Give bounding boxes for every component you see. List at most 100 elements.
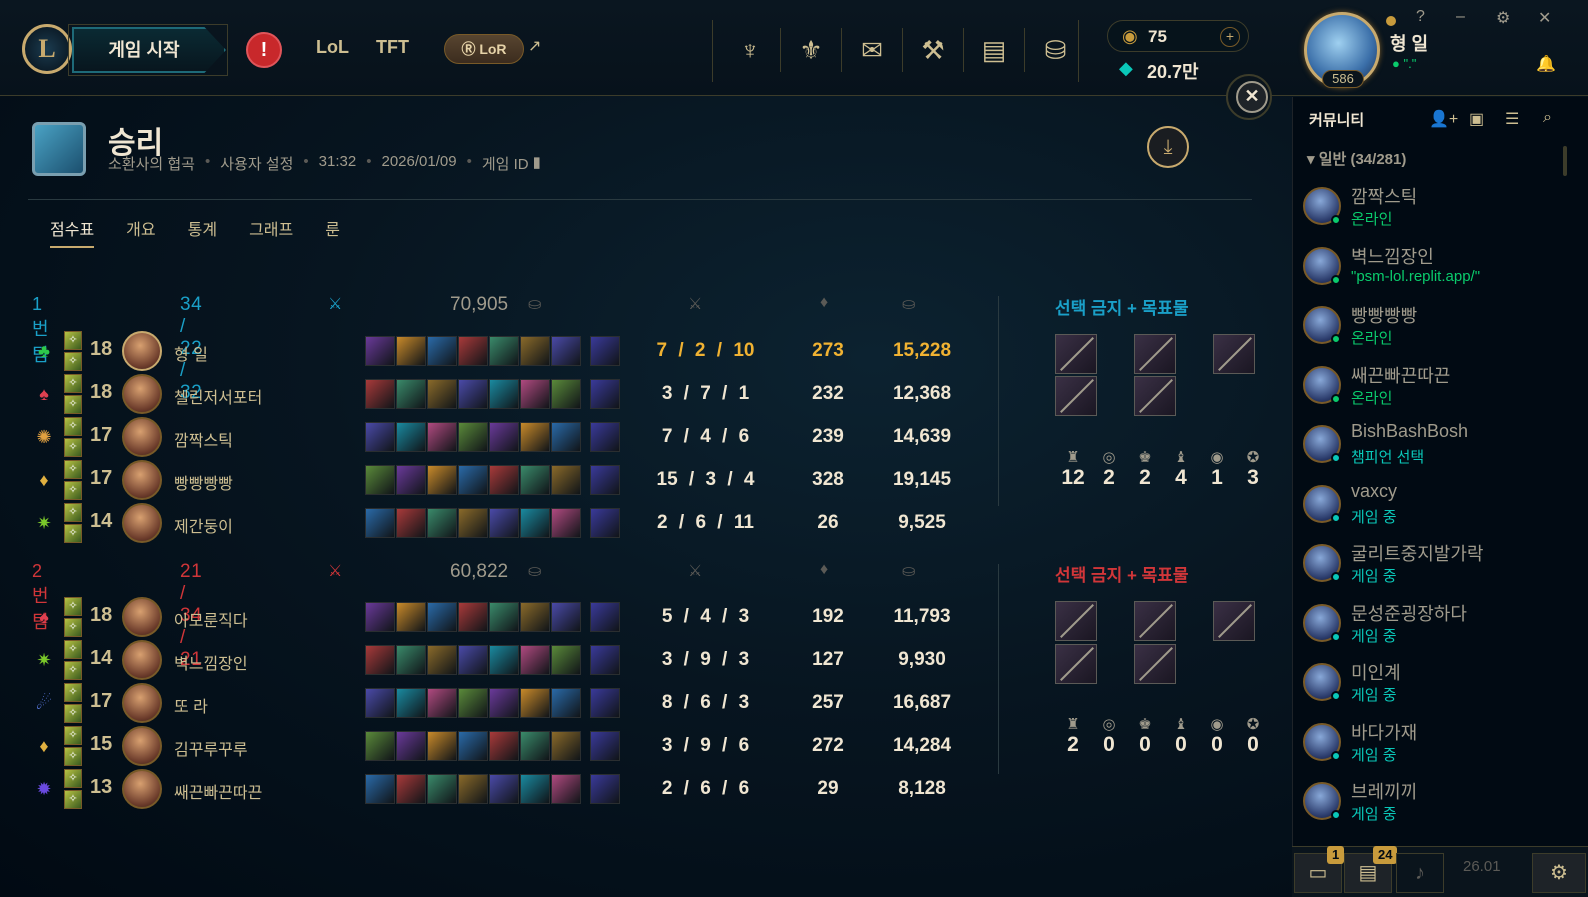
player-name[interactable]: 김꾸루꾸루 — [174, 736, 248, 760]
item-slot[interactable] — [551, 465, 581, 495]
item-slot[interactable] — [365, 688, 395, 718]
item-slot[interactable] — [365, 645, 395, 675]
item-slot[interactable] — [365, 602, 395, 632]
item-slot[interactable] — [551, 645, 581, 675]
item-slot[interactable] — [396, 422, 426, 452]
item-slot[interactable] — [520, 602, 550, 632]
player-row[interactable]: ✷ ✧ ✧ 14 벽느낌장인 3 / 9 / 3 127 9,930 — [32, 640, 972, 680]
champion-portrait[interactable] — [122, 331, 162, 371]
messages-icon[interactable]: ▤ 24 — [1344, 846, 1398, 893]
player-row[interactable]: ☄ ✧ ✧ 17 또 라8 / 6 / 3 257 16,687 — [32, 683, 972, 723]
add-folder-icon[interactable]: ▣ — [1469, 109, 1484, 129]
item-slot[interactable] — [551, 731, 581, 761]
trinket-slot[interactable] — [590, 774, 620, 804]
tab-scoreboard[interactable]: 점수표 — [50, 216, 95, 248]
friend-group-header[interactable]: ▾ 일반 (34/281) — [1307, 148, 1406, 169]
chat-icon[interactable]: ▭ 1 — [1294, 846, 1345, 893]
friend-list-item[interactable]: 깜짝스틱 온라인 — [1303, 177, 1583, 233]
friend-list-item[interactable]: vaxcy 게임 중 — [1303, 475, 1583, 531]
play-button[interactable]: 게임 시작 — [72, 27, 226, 73]
trinket-slot[interactable] — [590, 465, 620, 495]
item-slot[interactable] — [458, 774, 488, 804]
item-slot[interactable] — [427, 465, 457, 495]
player-row[interactable]: ♠ ✧ ✧ 18 아모룬직다 5 / 4 / 3 192 11,793 — [32, 597, 972, 637]
profile-name[interactable]: 형 일 — [1390, 30, 1428, 56]
item-slot[interactable] — [365, 422, 395, 452]
player-row[interactable]: ♣ ✧ ✧ 18 형 일7 / 2 / 10 273 15,228 — [32, 331, 972, 371]
player-name[interactable]: 쌔끈빠끈따끈 — [174, 779, 262, 803]
close-match-button[interactable]: ✕ — [1236, 81, 1268, 113]
champion-portrait[interactable] — [122, 640, 162, 680]
player-row[interactable]: ✷ ✧ ✧ 14 제간둥이 2 / 6 / 11 26 9,525 — [32, 503, 972, 543]
champion-portrait[interactable] — [122, 503, 162, 543]
item-slot[interactable] — [458, 688, 488, 718]
list-view-icon[interactable]: ☰ — [1505, 109, 1519, 129]
trinket-slot[interactable] — [590, 731, 620, 761]
item-slot[interactable] — [396, 688, 426, 718]
champion-portrait[interactable] — [122, 683, 162, 723]
nav-link-lol[interactable]: LoL — [316, 37, 349, 58]
copy-icon[interactable]: ▮ — [533, 153, 541, 174]
item-slot[interactable] — [520, 336, 550, 366]
item-slot[interactable] — [520, 774, 550, 804]
item-slot[interactable] — [458, 508, 488, 538]
champion-portrait[interactable] — [122, 417, 162, 457]
download-icon[interactable]: ⤓ — [1147, 126, 1189, 168]
store-icon[interactable]: ✉ — [842, 28, 903, 72]
item-slot[interactable] — [489, 508, 519, 538]
tab-overview[interactable]: 개요 — [126, 216, 155, 248]
item-slot[interactable] — [458, 379, 488, 409]
item-slot[interactable] — [427, 379, 457, 409]
item-slot[interactable] — [396, 465, 426, 495]
item-slot[interactable] — [520, 422, 550, 452]
player-name[interactable]: 깜짝스틱 — [174, 427, 233, 451]
item-slot[interactable] — [520, 379, 550, 409]
item-slot[interactable] — [520, 465, 550, 495]
tab-graph[interactable]: 그래프 — [249, 216, 293, 248]
item-slot[interactable] — [427, 422, 457, 452]
profile-status[interactable]: ● "." — [1392, 56, 1416, 71]
friend-list-item[interactable]: 문성준굉장하다 게임 중 — [1303, 594, 1583, 650]
item-slot[interactable] — [396, 774, 426, 804]
player-row[interactable]: ✹ ✧ ✧ 13 쌔끈빠끈따끈 2 / 6 / 6 29 8,128 — [32, 769, 972, 809]
champion-portrait[interactable] — [122, 460, 162, 500]
tab-stats[interactable]: 통계 — [188, 216, 217, 248]
player-name[interactable]: 제간둥이 — [174, 513, 233, 537]
buy-rp-button[interactable]: + — [1220, 27, 1240, 47]
player-name[interactable]: 형 일 — [174, 341, 208, 365]
friend-list-item[interactable]: 브레끼끼 게임 중 — [1303, 772, 1583, 828]
item-slot[interactable] — [489, 422, 519, 452]
player-row[interactable]: ♦ ✧ ✧ 17 빵빵빵빵 15 / 3 / 4 328 19,145 — [32, 460, 972, 500]
item-slot[interactable] — [551, 422, 581, 452]
item-slot[interactable] — [551, 688, 581, 718]
clash-icon[interactable]: ⚜ — [781, 28, 842, 72]
item-slot[interactable] — [551, 379, 581, 409]
tab-runes[interactable]: 룬 — [325, 216, 340, 248]
champion-portrait[interactable] — [122, 597, 162, 637]
item-slot[interactable] — [427, 774, 457, 804]
item-slot[interactable] — [427, 688, 457, 718]
friend-list-item[interactable]: 바다가재 게임 중 — [1303, 713, 1583, 769]
trinket-slot[interactable] — [590, 379, 620, 409]
item-slot[interactable] — [427, 508, 457, 538]
champion-portrait[interactable] — [122, 726, 162, 766]
item-slot[interactable] — [551, 602, 581, 632]
microphone-icon[interactable]: ♪ — [1396, 853, 1444, 893]
alert-icon[interactable]: ! — [246, 32, 282, 68]
item-slot[interactable] — [489, 645, 519, 675]
player-row[interactable]: ✺ ✧ ✧ 17 깜짝스틱 7 / 4 / 6 239 14,639 — [32, 417, 972, 457]
friend-list-item[interactable]: 쌔끈빠끈따끈 온라인 — [1303, 356, 1583, 412]
friend-list-item[interactable]: 미인계 게임 중 — [1303, 653, 1583, 709]
collection-icon[interactable]: ▤ — [964, 28, 1025, 72]
champion-portrait[interactable] — [122, 769, 162, 809]
coins-icon[interactable]: ⛁ — [1025, 28, 1086, 72]
item-slot[interactable] — [520, 508, 550, 538]
item-slot[interactable] — [427, 645, 457, 675]
trinket-slot[interactable] — [590, 508, 620, 538]
friend-list-item[interactable]: 벽느낌장인 "psm-lol.replit.app/" — [1303, 237, 1583, 293]
trinket-slot[interactable] — [590, 645, 620, 675]
item-slot[interactable] — [489, 336, 519, 366]
trinket-slot[interactable] — [590, 688, 620, 718]
item-slot[interactable] — [396, 379, 426, 409]
report-bug-icon[interactable]: ⚙ — [1532, 853, 1586, 893]
